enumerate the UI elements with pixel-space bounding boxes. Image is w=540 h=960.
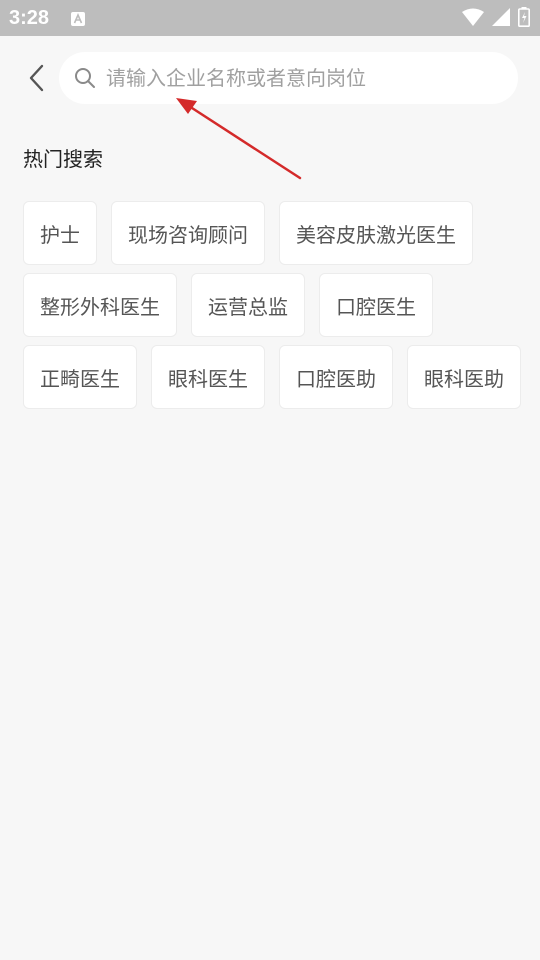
hot-search-tag[interactable]: 护士 (23, 201, 97, 265)
battery-charging-icon (518, 7, 530, 31)
hot-search-tag[interactable]: 眼科医助 (407, 345, 521, 409)
hot-search-tag[interactable]: 眼科医生 (151, 345, 265, 409)
hot-search-title: 热门搜索 (23, 147, 103, 171)
wifi-icon (462, 8, 484, 30)
search-box[interactable] (59, 52, 518, 104)
search-row (0, 50, 540, 106)
hot-search-tag[interactable]: 口腔医助 (279, 345, 393, 409)
hot-search-tag[interactable]: 运营总监 (191, 273, 305, 337)
hot-search-tag[interactable]: 现场咨询顾问 (111, 201, 265, 265)
hot-search-tag[interactable]: 正畸医生 (23, 345, 137, 409)
hot-search-tag[interactable]: 口腔医生 (319, 273, 433, 337)
hot-search-tag[interactable]: 整形外科医生 (23, 273, 177, 337)
signal-icon (492, 8, 510, 30)
a-notification-icon (71, 11, 85, 26)
hot-search-tag[interactable]: 美容皮肤激光医生 (279, 201, 473, 265)
search-input[interactable] (106, 60, 496, 96)
hot-search-tags: 护士 现场咨询顾问 美容皮肤激光医生 整形外科医生 运营总监 口腔医生 正畸医生… (23, 201, 523, 409)
status-time: 3:28 (9, 7, 50, 29)
search-icon (74, 67, 96, 89)
status-bar: 3:28 (0, 0, 540, 36)
back-icon[interactable] (22, 62, 50, 94)
